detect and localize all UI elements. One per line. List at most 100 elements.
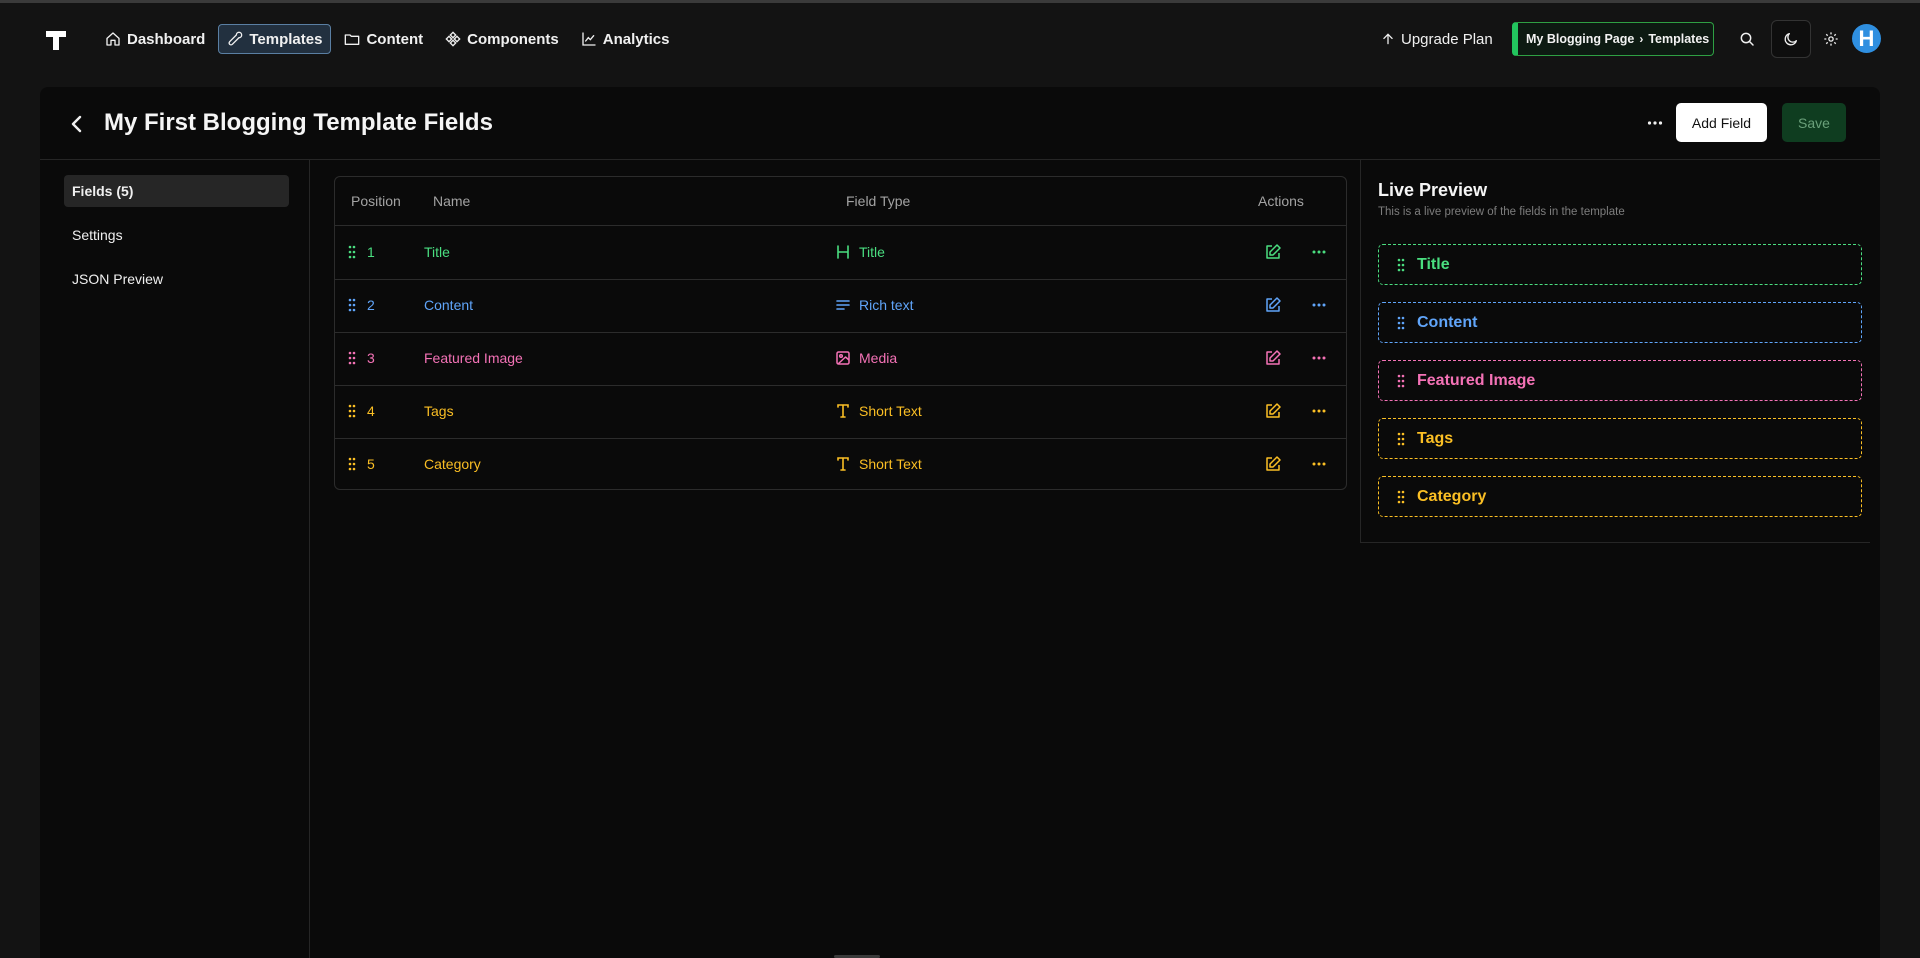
nav-item-dashboard[interactable]: Dashboard bbox=[96, 24, 214, 54]
edit-icon[interactable] bbox=[1264, 349, 1282, 367]
preview-field-label: Category bbox=[1417, 487, 1487, 505]
table-row[interactable]: 3 Featured Image Media bbox=[335, 332, 1346, 386]
drag-handle-icon[interactable] bbox=[348, 245, 356, 259]
nav-item-label: Templates bbox=[249, 30, 323, 48]
preview-field-label: Tags bbox=[1417, 429, 1454, 447]
sidebar-item-settings[interactable]: Settings bbox=[64, 219, 289, 251]
chevron-right-icon: › bbox=[1639, 32, 1644, 46]
sidebar-item-fields[interactable]: Fields (5) bbox=[64, 175, 289, 207]
live-preview-subtitle: This is a live preview of the fields in … bbox=[1378, 206, 1625, 218]
table-row[interactable]: 5 Category Short Text bbox=[335, 438, 1346, 491]
save-button[interactable]: Save bbox=[1782, 103, 1846, 142]
project-breadcrumb[interactable]: My Blogging Page › Templates bbox=[1512, 22, 1714, 56]
component-icon bbox=[445, 31, 461, 47]
preview-field-label: Content bbox=[1417, 313, 1478, 331]
row-position: 5 bbox=[367, 456, 375, 472]
nav-item-analytics[interactable]: Analytics bbox=[572, 24, 679, 54]
breadcrumb-section: Templates bbox=[1648, 32, 1710, 46]
row-field-type: Short Text bbox=[859, 456, 922, 472]
row-field-type: Short Text bbox=[859, 403, 922, 419]
settings-button[interactable] bbox=[1815, 24, 1847, 54]
avatar-letter: H bbox=[1858, 25, 1875, 51]
edit-icon[interactable] bbox=[1264, 243, 1282, 261]
text-icon bbox=[837, 457, 849, 471]
nav-item-label: Components bbox=[467, 30, 559, 48]
nav-item-label: Dashboard bbox=[127, 30, 206, 48]
add-field-button[interactable]: Add Field bbox=[1676, 103, 1767, 142]
fields-table: Position Name Field Type Actions 1 Title… bbox=[334, 176, 1347, 490]
search-icon bbox=[1740, 32, 1754, 46]
folder-icon bbox=[345, 34, 360, 45]
drag-handle-icon[interactable] bbox=[1397, 374, 1405, 388]
row-field-type: Media bbox=[859, 350, 898, 366]
more-options-button[interactable] bbox=[1640, 111, 1670, 135]
column-header-position: Position bbox=[351, 193, 401, 209]
drag-handle-icon[interactable] bbox=[1397, 432, 1405, 446]
column-header-field-type: Field Type bbox=[846, 193, 911, 209]
drag-handle-icon[interactable] bbox=[348, 457, 356, 471]
nav-item-components[interactable]: Components bbox=[436, 24, 568, 54]
edit-icon[interactable] bbox=[1264, 296, 1282, 314]
nav-item-label: Content bbox=[366, 30, 424, 48]
text-icon bbox=[837, 404, 849, 418]
wrench-icon bbox=[228, 31, 243, 46]
avatar[interactable]: H bbox=[1852, 24, 1881, 53]
edit-icon[interactable] bbox=[1264, 402, 1282, 420]
table-row[interactable]: 4 Tags Short Text bbox=[335, 385, 1346, 439]
live-preview-panel: Live Preview This is a live preview of t… bbox=[1360, 160, 1870, 543]
row-position: 3 bbox=[367, 350, 375, 366]
row-position: 2 bbox=[367, 297, 375, 313]
row-name: Content bbox=[424, 297, 474, 313]
column-header-name: Name bbox=[433, 193, 471, 209]
preview-field-label: Featured Image bbox=[1417, 371, 1536, 389]
sidebar-item-json-preview[interactable]: JSON Preview bbox=[64, 263, 289, 295]
breadcrumb-project: My Blogging Page bbox=[1526, 32, 1635, 46]
panel-header: My First Blogging Template Fields Add Fi… bbox=[40, 87, 1880, 160]
drag-handle-icon[interactable] bbox=[348, 351, 356, 365]
upgrade-plan-link[interactable]: Upgrade Plan bbox=[1381, 21, 1493, 57]
table-header: Position Name Field Type Actions bbox=[335, 177, 1346, 226]
search-button[interactable] bbox=[1731, 24, 1763, 54]
row-field-type: Title bbox=[859, 244, 885, 260]
page-title: My First Blogging Template Fields bbox=[104, 109, 493, 136]
template-editor-panel: My First Blogging Template Fields Add Fi… bbox=[40, 87, 1880, 958]
preview-field-featured-image[interactable]: Featured Image bbox=[1378, 360, 1862, 401]
nav-menu: Dashboard Templates Content Components A… bbox=[96, 24, 678, 54]
preview-field-category[interactable]: Category bbox=[1378, 476, 1862, 517]
drag-handle-icon[interactable] bbox=[1397, 316, 1405, 330]
row-position: 1 bbox=[367, 244, 375, 260]
more-horizontal-icon[interactable] bbox=[1310, 402, 1328, 420]
live-preview-title: Live Preview bbox=[1378, 180, 1488, 200]
moon-icon bbox=[1784, 33, 1797, 46]
preview-field-tags[interactable]: Tags bbox=[1378, 418, 1862, 459]
edit-icon[interactable] bbox=[1264, 455, 1282, 473]
back-arrow-icon[interactable] bbox=[64, 112, 90, 136]
more-horizontal-icon[interactable] bbox=[1310, 455, 1328, 473]
image-icon bbox=[836, 351, 850, 365]
nav-item-content[interactable]: Content bbox=[335, 24, 432, 54]
row-name: Featured Image bbox=[424, 350, 523, 366]
nav-item-label: Analytics bbox=[602, 30, 670, 48]
more-horizontal-icon[interactable] bbox=[1310, 296, 1328, 314]
preview-field-content[interactable]: Content bbox=[1378, 302, 1862, 343]
preview-field-title[interactable]: Title bbox=[1378, 244, 1862, 285]
table-row[interactable]: 1 Title Title bbox=[335, 226, 1346, 280]
row-name: Category bbox=[424, 456, 481, 472]
more-horizontal-icon[interactable] bbox=[1310, 243, 1328, 261]
drag-handle-icon[interactable] bbox=[348, 404, 356, 418]
heading-icon bbox=[837, 245, 849, 259]
drag-handle-icon[interactable] bbox=[1397, 490, 1405, 504]
table-row[interactable]: 2 Content Rich text bbox=[335, 279, 1346, 333]
row-name: Tags bbox=[424, 403, 454, 419]
rich-text-icon bbox=[836, 300, 850, 310]
preview-field-label: Title bbox=[1417, 255, 1450, 273]
column-header-actions: Actions bbox=[1258, 193, 1304, 209]
row-name: Title bbox=[424, 244, 450, 260]
more-horizontal-icon[interactable] bbox=[1310, 349, 1328, 367]
logo-icon[interactable] bbox=[44, 28, 68, 52]
sidebar: Fields (5) Settings JSON Preview bbox=[40, 160, 310, 958]
drag-handle-icon[interactable] bbox=[1397, 258, 1405, 272]
nav-item-templates[interactable]: Templates bbox=[218, 24, 332, 54]
theme-toggle-button[interactable] bbox=[1771, 20, 1811, 58]
drag-handle-icon[interactable] bbox=[348, 298, 356, 312]
